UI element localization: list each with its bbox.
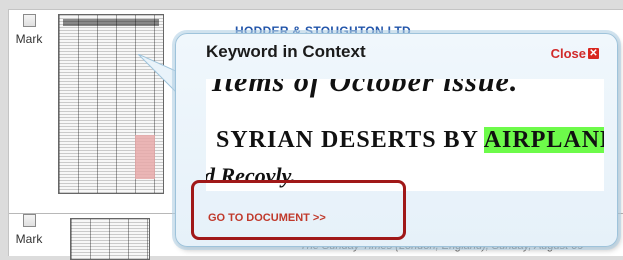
context-snippet-image: Items of October issue. SYRIAN DESERTS B… (206, 79, 604, 191)
snippet-line-1: Items of October issue. (212, 79, 519, 98)
mark-cell-1: Mark (14, 14, 44, 46)
mark-checkbox-1[interactable] (22, 14, 36, 27)
snippet-line-2-before: SYRIAN DESERTS BY (216, 127, 484, 153)
annotation-highlight-box (191, 180, 406, 240)
close-label: Close (550, 46, 586, 61)
mark-checkbox-2[interactable] (22, 214, 36, 227)
page-thumbnail-1[interactable] (58, 14, 164, 194)
mark-label-1: Mark (15, 32, 43, 46)
mark-cell-2: Mark (14, 214, 44, 246)
popup-title: Keyword in Context (206, 42, 366, 61)
mark-label-2: Mark (15, 232, 43, 246)
snippet-line-2: SYRIAN DESERTS BY AIRPLANE; (216, 127, 604, 154)
page-thumbnail-2[interactable] (70, 218, 150, 260)
thumbnail-masthead (63, 19, 159, 26)
snippet-keyword-highlight: AIRPLANE (483, 127, 604, 153)
thumbnail-highlight-region (135, 135, 155, 179)
close-button[interactable]: Close ✕ (551, 46, 599, 61)
close-icon[interactable]: ✕ (588, 48, 599, 59)
popup-pointer (138, 54, 178, 94)
